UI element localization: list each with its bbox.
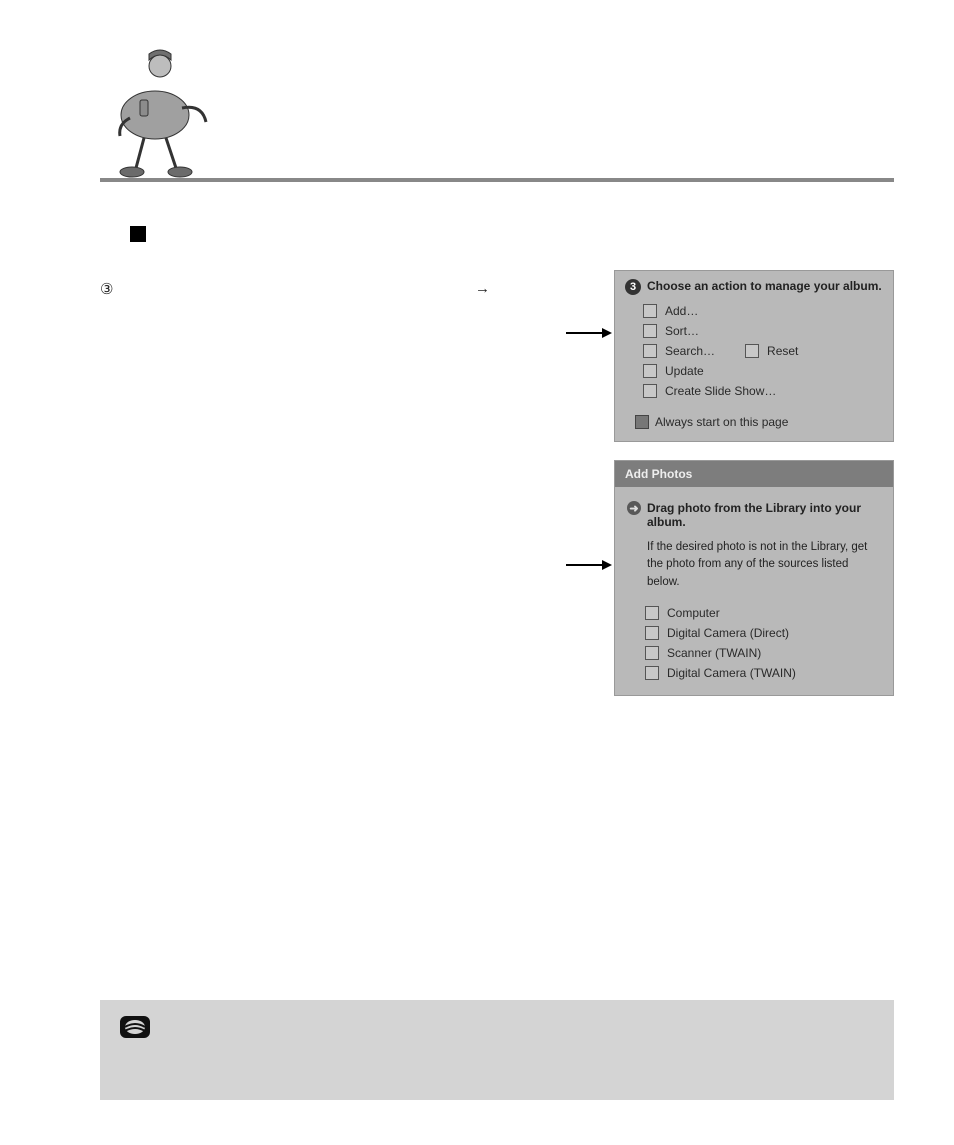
checkbox-icon	[645, 646, 659, 660]
checkbox-icon	[645, 666, 659, 680]
always-start-checkbox[interactable]: Always start on this page	[625, 415, 883, 429]
option-reset[interactable]: Reset	[745, 341, 798, 361]
page-header	[100, 30, 894, 180]
source-digital-camera-direct[interactable]: Digital Camera (Direct)	[627, 623, 881, 643]
option-label: Create Slide Show…	[665, 384, 776, 398]
option-label: Update	[665, 364, 704, 378]
source-digital-camera-twain[interactable]: Digital Camera (TWAIN)	[627, 663, 881, 683]
arrow-right-icon: →	[475, 280, 490, 297]
option-label: Computer	[667, 606, 720, 620]
checkbox-icon	[635, 415, 649, 429]
panel-title: Add Photos	[615, 461, 893, 487]
option-sort[interactable]: Sort…	[625, 321, 883, 341]
manage-album-panel: 3 Choose an action to manage your album.…	[614, 270, 894, 442]
header-rule	[100, 178, 894, 182]
checkbox-icon	[643, 364, 657, 378]
option-label: Sort…	[665, 324, 699, 338]
lead-text: Drag photo from the Library into your al…	[647, 501, 881, 529]
checkbox-icon	[643, 324, 657, 338]
option-label: Digital Camera (Direct)	[667, 626, 789, 640]
source-computer[interactable]: Computer	[627, 603, 881, 623]
panel-subtext: If the desired photo is not in the Libra…	[647, 539, 881, 591]
checkbox-icon	[643, 304, 657, 318]
panel-step-header: 3 Choose an action to manage your album.	[625, 279, 883, 295]
option-update[interactable]: Update	[625, 361, 883, 381]
option-slideshow[interactable]: Create Slide Show…	[625, 381, 883, 401]
callout-arrow-computer	[566, 560, 612, 570]
option-add[interactable]: Add…	[625, 301, 883, 321]
checkbox-icon	[645, 626, 659, 640]
option-label: Digital Camera (TWAIN)	[667, 666, 796, 680]
section-bullet-icon	[130, 226, 146, 242]
checkbox-icon	[643, 344, 657, 358]
main-content: ③ → 3 Choose an action to manage your al…	[100, 270, 894, 714]
option-label: Scanner (TWAIN)	[667, 646, 761, 660]
option-label: Reset	[767, 344, 798, 358]
checkbox-icon	[745, 344, 759, 358]
option-search[interactable]: Search…	[625, 341, 715, 361]
arrow-circle-icon: ➜	[627, 501, 641, 515]
step-badge: 3	[625, 279, 641, 295]
step-number-circled: ③	[100, 280, 113, 298]
option-label: Search…	[665, 344, 715, 358]
callout-arrow-add	[566, 328, 612, 338]
panel-lead: ➜ Drag photo from the Library into your …	[627, 501, 881, 529]
note-icon	[118, 1012, 152, 1042]
option-label: Add…	[665, 304, 698, 318]
step-text: Choose an action to manage your album.	[647, 279, 882, 293]
screenshot-column: 3 Choose an action to manage your album.…	[614, 270, 894, 714]
checkbox-icon	[645, 606, 659, 620]
always-label: Always start on this page	[655, 415, 788, 429]
checkbox-icon	[643, 384, 657, 398]
instruction-text: ③ →	[100, 270, 490, 298]
source-scanner-twain[interactable]: Scanner (TWAIN)	[627, 643, 881, 663]
note-box	[100, 1000, 894, 1100]
mascot-illustration	[100, 30, 220, 180]
add-photos-panel: Add Photos ➜ Drag photo from the Library…	[614, 460, 894, 696]
